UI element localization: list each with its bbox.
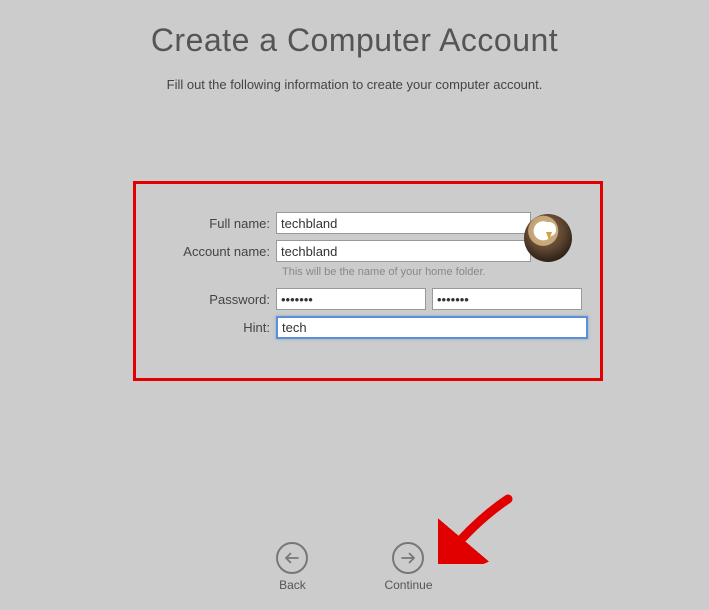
continue-label: Continue: [384, 578, 432, 592]
account-name-field[interactable]: [276, 240, 531, 262]
continue-button[interactable]: Continue: [384, 542, 432, 592]
password-label: Password:: [156, 292, 276, 307]
form-highlight-box: Full name: Account name: This will be th…: [133, 181, 603, 381]
hint-label: Hint:: [156, 320, 276, 335]
avatar[interactable]: [524, 214, 572, 262]
password-confirm-field[interactable]: [432, 288, 582, 310]
back-button[interactable]: Back: [276, 542, 308, 592]
arrow-right-icon: [392, 542, 424, 574]
back-label: Back: [279, 578, 306, 592]
page-title: Create a Computer Account: [0, 22, 709, 59]
account-name-label: Account name:: [156, 244, 276, 259]
account-name-helper: This will be the name of your home folde…: [282, 266, 600, 278]
page-subtitle: Fill out the following information to cr…: [0, 77, 709, 92]
nav-buttons: Back Continue: [0, 542, 709, 592]
full-name-label: Full name:: [156, 216, 276, 231]
hint-field[interactable]: [276, 316, 588, 339]
full-name-field[interactable]: [276, 212, 531, 234]
password-field[interactable]: [276, 288, 426, 310]
arrow-left-icon: [276, 542, 308, 574]
